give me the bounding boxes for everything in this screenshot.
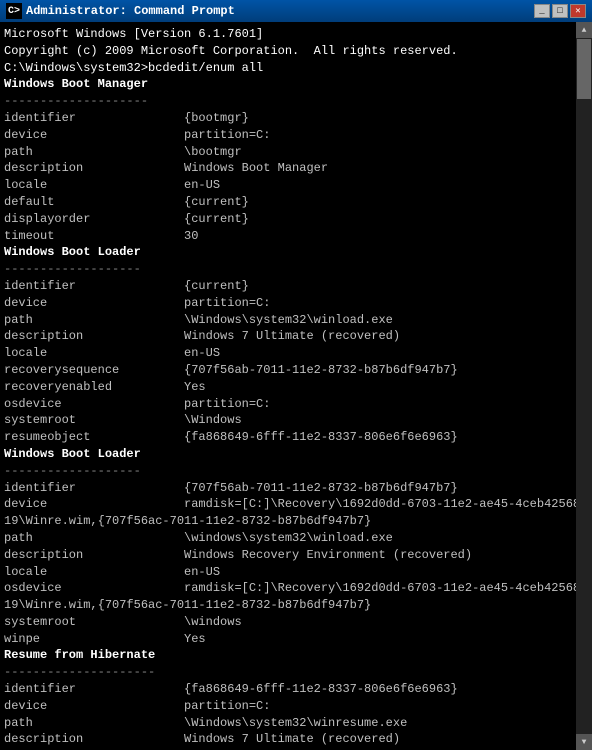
terminal-line: 19\Winre.wim,{707f56ac-7011-11e2-8732-b8…: [4, 597, 568, 614]
terminal-line: systemroot \windows: [4, 614, 568, 631]
terminal-line: path \bootmgr: [4, 144, 568, 161]
window-controls: _ □ ✕: [534, 4, 586, 18]
terminal-line: device partition=C:: [4, 698, 568, 715]
terminal-line: displayorder {current}: [4, 211, 568, 228]
terminal-line: Windows Boot Manager: [4, 76, 568, 93]
terminal-line: resumeobject {fa868649-6fff-11e2-8337-80…: [4, 429, 568, 446]
terminal-line: osdevice partition=C:: [4, 396, 568, 413]
titlebar: C> Administrator: Command Prompt _ □ ✕: [0, 0, 592, 22]
scroll-down-button[interactable]: ▼: [576, 734, 592, 750]
terminal-line: locale en-US: [4, 177, 568, 194]
terminal-line: identifier {fa868649-6fff-11e2-8337-806e…: [4, 681, 568, 698]
scrollbar[interactable]: ▲ ▼: [576, 22, 592, 750]
terminal-line: Microsoft Windows [Version 6.1.7601]: [4, 26, 568, 43]
terminal-line: description Windows Recovery Environment…: [4, 547, 568, 564]
terminal-line: osdevice ramdisk=[C:]\Recovery\1692d0dd-…: [4, 580, 568, 597]
terminal-line: path \Windows\system32\winresume.exe: [4, 715, 568, 732]
terminal-line: --------------------: [4, 93, 568, 110]
scrollbar-thumb[interactable]: [577, 39, 591, 99]
terminal-line: recoveryenabled Yes: [4, 379, 568, 396]
terminal-line: 19\Winre.wim,{707f56ac-7011-11e2-8732-b8…: [4, 513, 568, 530]
terminal-line: device partition=C:: [4, 127, 568, 144]
terminal-line: ---------------------: [4, 664, 568, 681]
terminal-line: identifier {bootmgr}: [4, 110, 568, 127]
terminal-line: Copyright (c) 2009 Microsoft Corporation…: [4, 43, 568, 60]
terminal-line: description Windows Boot Manager: [4, 160, 568, 177]
terminal-line: systemroot \Windows: [4, 412, 568, 429]
command-prompt-window: C> Administrator: Command Prompt _ □ ✕ M…: [0, 0, 592, 750]
terminal-line: Windows Boot Loader: [4, 446, 568, 463]
scrollbar-track[interactable]: [576, 38, 592, 734]
titlebar-left: C> Administrator: Command Prompt: [6, 3, 235, 19]
terminal-line: C:\Windows\system32>bcdedit/enum all: [4, 60, 568, 77]
minimize-button[interactable]: _: [534, 4, 550, 18]
terminal-line: device partition=C:: [4, 295, 568, 312]
terminal-output: Microsoft Windows [Version 6.1.7601]Copy…: [4, 26, 588, 746]
terminal-line: default {current}: [4, 194, 568, 211]
terminal-line: -------------------: [4, 463, 568, 480]
terminal-line: device ramdisk=[C:]\Recovery\1692d0dd-67…: [4, 496, 568, 513]
terminal-line: path \Windows\system32\winload.exe: [4, 312, 568, 329]
terminal-line: Windows Boot Loader: [4, 244, 568, 261]
terminal-content: Microsoft Windows [Version 6.1.7601]Copy…: [0, 22, 592, 750]
close-button[interactable]: ✕: [570, 4, 586, 18]
terminal-line: locale en-US: [4, 345, 568, 362]
terminal-line: description Windows 7 Ultimate (recovere…: [4, 731, 568, 746]
terminal-line: recoverysequence {707f56ab-7011-11e2-873…: [4, 362, 568, 379]
terminal-line: locale en-US: [4, 564, 568, 581]
terminal-line: path \windows\system32\winload.exe: [4, 530, 568, 547]
terminal-line: timeout 30: [4, 228, 568, 245]
terminal-line: -------------------: [4, 261, 568, 278]
terminal-line: Resume from Hibernate: [4, 647, 568, 664]
terminal-line: winpe Yes: [4, 631, 568, 648]
terminal-line: identifier {707f56ab-7011-11e2-8732-b87b…: [4, 480, 568, 497]
app-icon: C>: [6, 3, 22, 19]
maximize-button[interactable]: □: [552, 4, 568, 18]
window-title: Administrator: Command Prompt: [26, 4, 235, 18]
terminal-line: identifier {current}: [4, 278, 568, 295]
terminal-line: description Windows 7 Ultimate (recovere…: [4, 328, 568, 345]
scroll-up-button[interactable]: ▲: [576, 22, 592, 38]
